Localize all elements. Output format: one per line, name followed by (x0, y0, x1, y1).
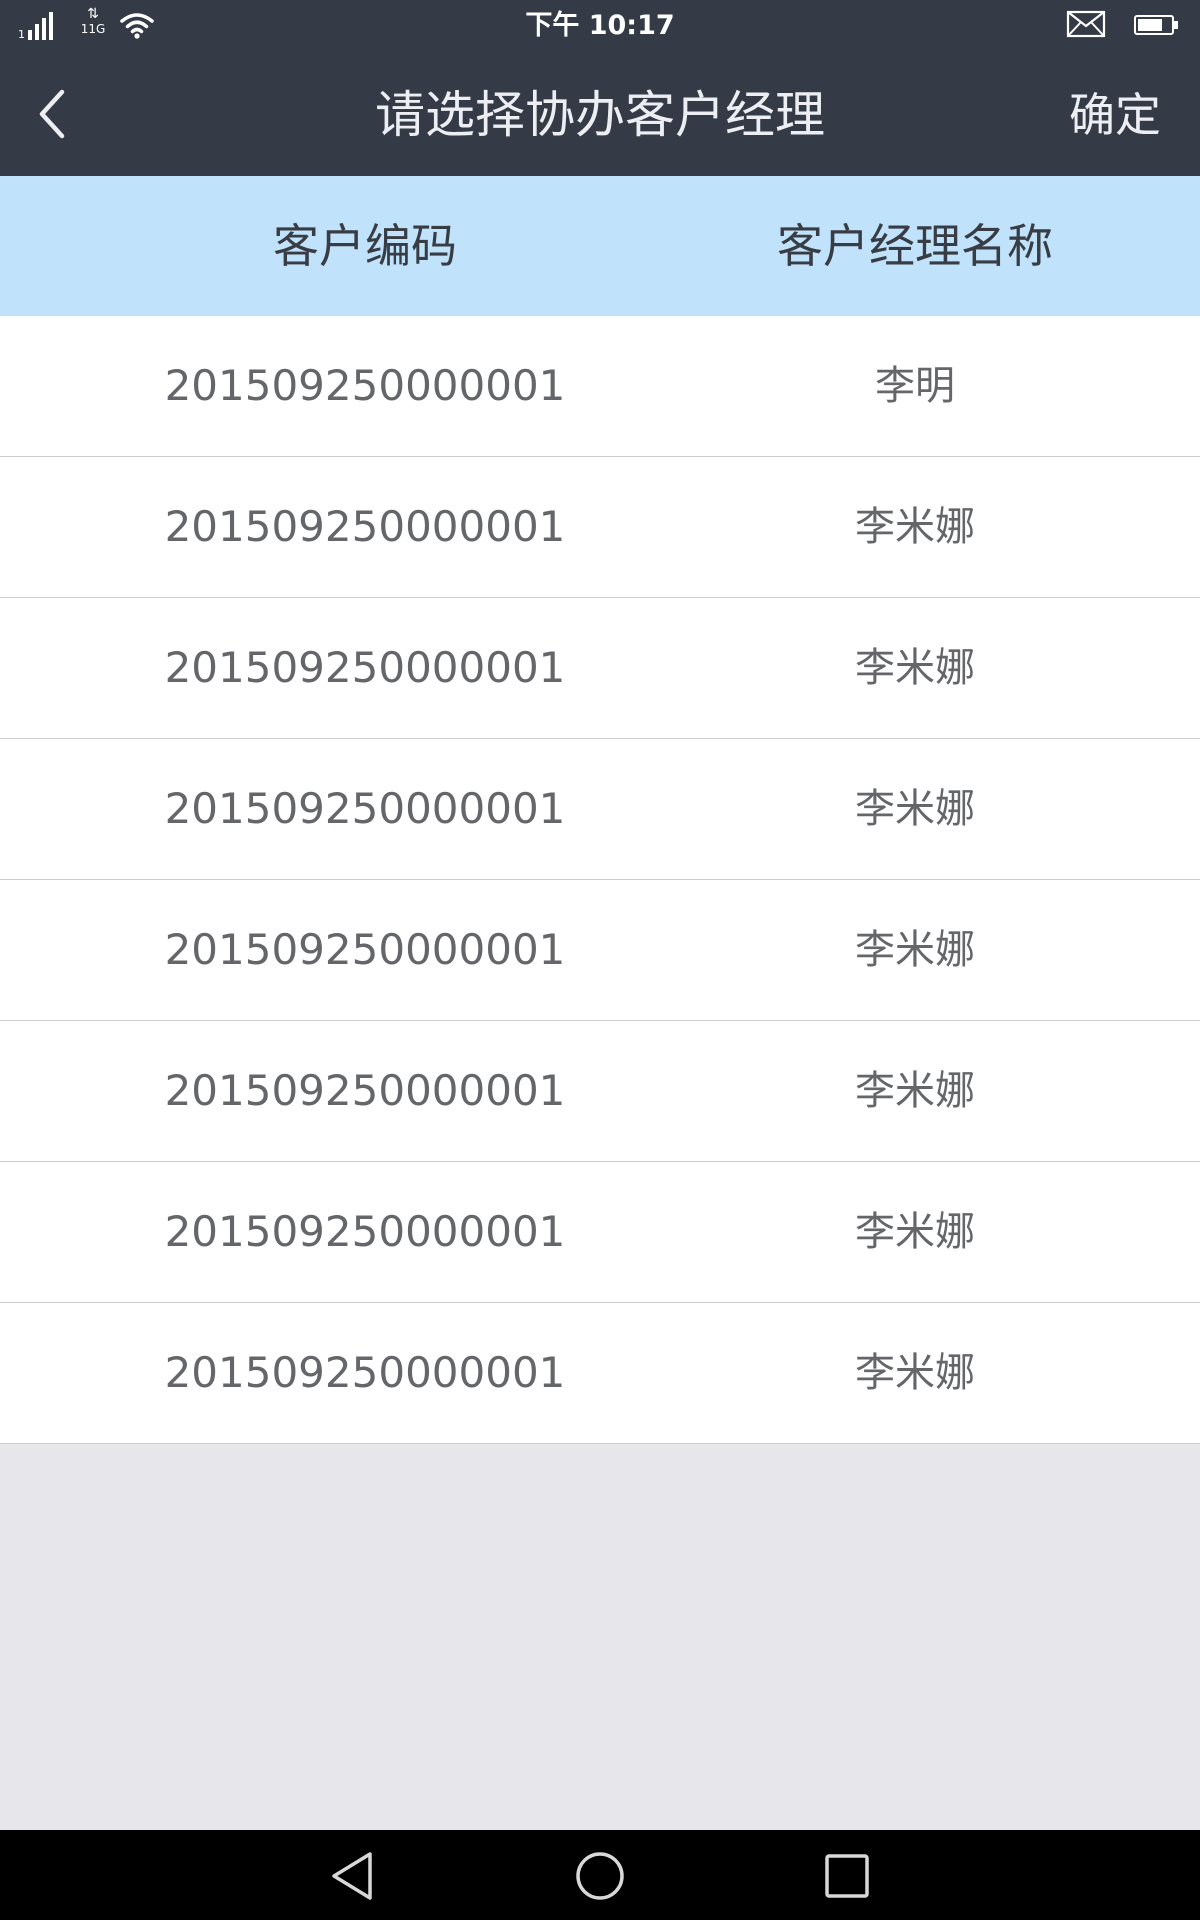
manager-name-cell: 李米娜 (855, 927, 975, 973)
manager-name-cell: 李米娜 (855, 1068, 975, 1114)
table-row[interactable]: 201509250000001 李米娜 (0, 457, 1200, 598)
table-row[interactable]: 201509250000001 李明 (0, 316, 1200, 457)
page-title: 请选择协办客户经理 (375, 86, 825, 144)
system-navigation-bar (0, 1830, 1200, 1920)
customer-code-cell: 201509250000001 (164, 361, 566, 410)
data-arrows-icon: ⇅ (87, 6, 99, 22)
customer-code-cell: 201509250000001 (164, 643, 566, 692)
manager-list: 201509250000001 李明 201509250000001 李米娜 2… (0, 316, 1200, 1444)
status-time: 下午 10:17 (525, 10, 675, 41)
network-type-indicator: ⇅ 11G (78, 6, 108, 42)
back-triangle-icon[interactable] (322, 1848, 382, 1904)
customer-code-cell: 201509250000001 (164, 1348, 566, 1397)
status-bar: 1 ⇅ 11G 下午 10:17 (0, 0, 1200, 50)
table-row[interactable]: 201509250000001 李米娜 (0, 598, 1200, 739)
app-header: 1 ⇅ 11G 下午 10:17 请选择协办客户经理 确定 (0, 0, 1200, 176)
table-row[interactable]: 201509250000001 李米娜 (0, 739, 1200, 880)
signal-icon: 1 (18, 10, 62, 40)
manager-name-cell: 李米娜 (855, 645, 975, 691)
manager-name-cell: 李米娜 (855, 504, 975, 550)
network-type-label: 11G (80, 22, 106, 36)
customer-code-cell: 201509250000001 (164, 925, 566, 974)
battery-icon (1134, 15, 1178, 35)
manager-name-cell: 李米娜 (855, 786, 975, 832)
column-header-customer-code: 客户编码 (273, 219, 457, 273)
manager-name-cell: 李明 (875, 363, 955, 409)
table-row[interactable]: 201509250000001 李米娜 (0, 880, 1200, 1021)
table-row[interactable]: 201509250000001 李米娜 (0, 1021, 1200, 1162)
table-header: 客户编码 客户经理名称 (0, 176, 1200, 316)
customer-code-cell: 201509250000001 (164, 784, 566, 833)
customer-code-cell: 201509250000001 (164, 502, 566, 551)
column-header-manager-name: 客户经理名称 (777, 219, 1053, 273)
signal-level: 1 (18, 28, 25, 41)
customer-code-cell: 201509250000001 (164, 1207, 566, 1256)
home-circle-icon[interactable] (570, 1848, 630, 1904)
wifi-icon (120, 13, 154, 39)
table-row[interactable]: 201509250000001 李米娜 (0, 1162, 1200, 1303)
recent-square-icon[interactable] (817, 1848, 877, 1904)
table-row[interactable]: 201509250000001 李米娜 (0, 1303, 1200, 1444)
mail-icon (1066, 10, 1106, 38)
customer-code-cell: 201509250000001 (164, 1066, 566, 1115)
confirm-button[interactable]: 确定 (1040, 84, 1190, 146)
chevron-left-icon[interactable] (34, 86, 72, 142)
manager-name-cell: 李米娜 (855, 1209, 975, 1255)
manager-name-cell: 李米娜 (855, 1350, 975, 1396)
